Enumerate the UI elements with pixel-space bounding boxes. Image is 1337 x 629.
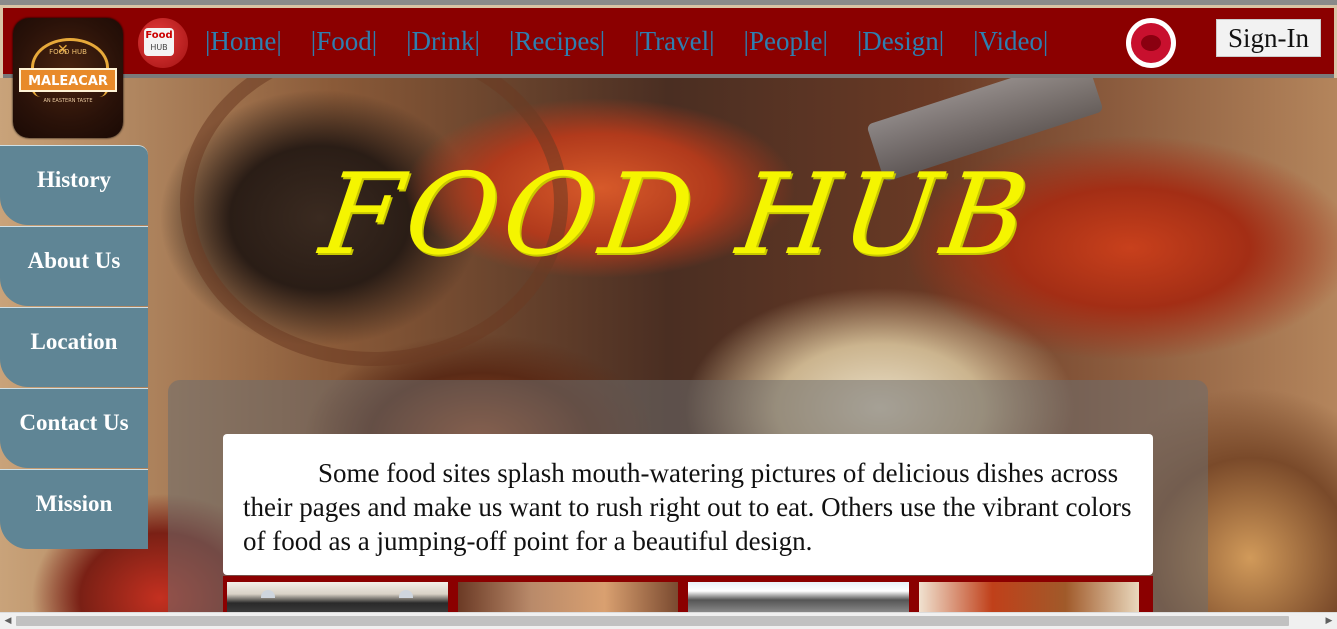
logo-banner: MALEACAR [19, 68, 117, 92]
nav-link-design[interactable]: |Design| [857, 24, 944, 60]
sidebar-item-mission[interactable]: Mission [0, 469, 148, 549]
plate-center [1141, 35, 1161, 51]
foodhub-icon-title: Food [145, 30, 173, 41]
lamp-shape [261, 590, 275, 598]
thumbnail-restaurant[interactable] [227, 582, 448, 612]
scroll-right-icon[interactable]: ▶ [1323, 615, 1335, 627]
foodhub-app-icon[interactable]: Food HUB [138, 18, 188, 68]
site-logo[interactable]: ✕ FOOD HUB MALEACAR AN EASTERN TASTE [13, 18, 123, 138]
lamp-shape [399, 590, 413, 598]
sidebar-item-about-us[interactable]: About Us [0, 226, 148, 306]
nav-links: |Home| |Food| |Drink| |Recipes| |Travel|… [205, 24, 1077, 60]
nav-link-drink[interactable]: |Drink| [406, 24, 480, 60]
logo-top-text: FOOD HUB [49, 48, 87, 56]
top-border [0, 0, 1337, 5]
thumbnail-strip [223, 576, 1153, 612]
sidebar-item-location[interactable]: Location [0, 307, 148, 387]
sidebar-item-history[interactable]: History [0, 145, 148, 225]
sidebar-menu: History About Us Location Contact Us Mis… [0, 145, 148, 550]
nav-link-people[interactable]: |People| [744, 24, 828, 60]
thumbnail-building[interactable] [688, 582, 909, 612]
scroll-left-icon[interactable]: ◀ [2, 615, 14, 627]
foodhub-icon-sub: HUB [150, 43, 168, 52]
nav-link-recipes[interactable]: |Recipes| [509, 24, 605, 60]
thumbnail-dishes[interactable] [457, 582, 678, 612]
plate-icon[interactable] [1126, 18, 1176, 68]
logo-tagline: AN EASTERN TASTE [43, 98, 93, 104]
nav-link-food[interactable]: |Food| [311, 24, 377, 60]
sign-in-button[interactable]: Sign-In [1216, 19, 1321, 57]
horizontal-scrollbar[interactable]: ◀ ▶ [0, 612, 1337, 629]
nav-link-video[interactable]: |Video| [973, 24, 1048, 60]
foodhub-icon-label: Food HUB [144, 28, 174, 56]
nav-link-travel[interactable]: |Travel| [634, 24, 714, 60]
nav-link-home[interactable]: |Home| [205, 24, 282, 60]
page-title: FOOD HUB [313, 150, 1041, 280]
intro-text: Some food sites splash mouth-watering pi… [223, 434, 1153, 575]
sidebar-item-contact-us[interactable]: Contact Us [0, 388, 148, 468]
thumbnail-table[interactable] [918, 582, 1139, 612]
scrollbar-thumb[interactable] [16, 616, 1289, 626]
